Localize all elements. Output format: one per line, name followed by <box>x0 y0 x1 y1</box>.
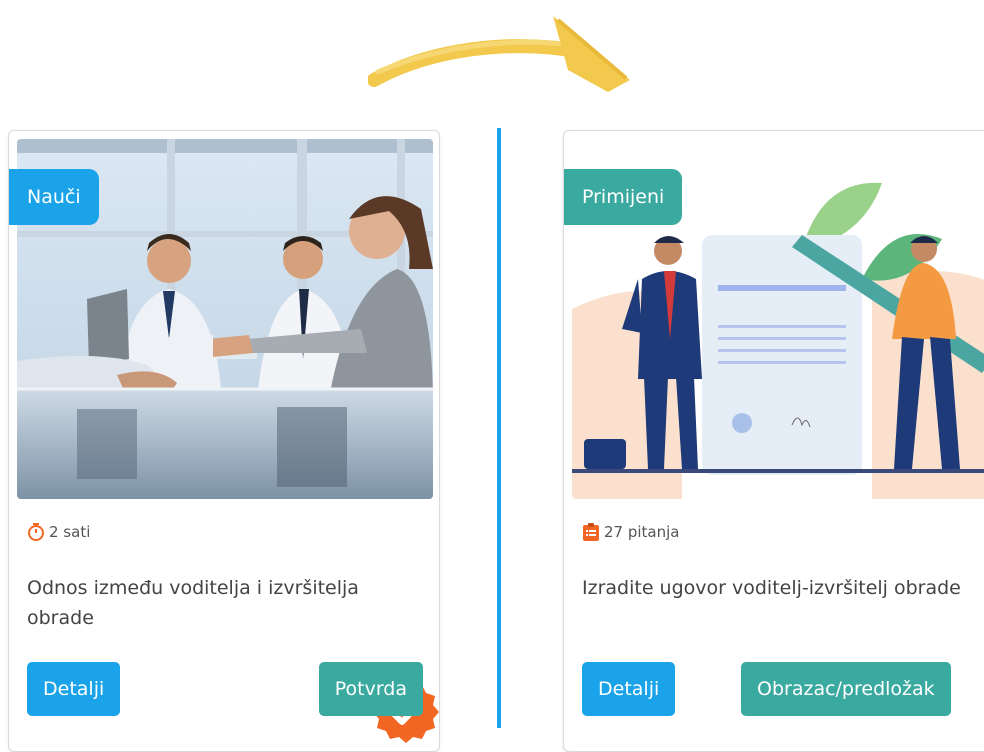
course-card-apply: Primijeni 27 pitanja Izradite ugovor vod… <box>563 130 984 752</box>
card-title: Odnos između voditelja i izvršitelja obr… <box>27 577 359 629</box>
duration-meta: 2 sati <box>27 523 90 541</box>
clipboard-list-icon <box>583 523 599 541</box>
questions-meta: 27 pitanja <box>582 523 679 541</box>
tag-learn: Nauči <box>9 169 99 225</box>
certificate-button[interactable]: Potvrda <box>318 662 423 716</box>
questions-text: 27 pitanja <box>604 523 680 541</box>
stopwatch-icon <box>28 523 44 541</box>
duration-text: 2 sati <box>49 523 91 541</box>
details-button[interactable]: Detalji <box>27 662 121 716</box>
vertical-divider <box>497 128 501 728</box>
arrow-icon <box>368 16 630 92</box>
tag-apply: Primijeni <box>564 169 683 225</box>
template-button[interactable]: Obrazac/predložak <box>741 662 951 716</box>
details-button[interactable]: Detalji <box>582 662 676 716</box>
card-title: Izradite ugovor voditelj-izvršitelj obra… <box>582 577 961 599</box>
course-card-learn: Nauči 2 sati Odnos između voditelja i iz… <box>8 130 440 752</box>
